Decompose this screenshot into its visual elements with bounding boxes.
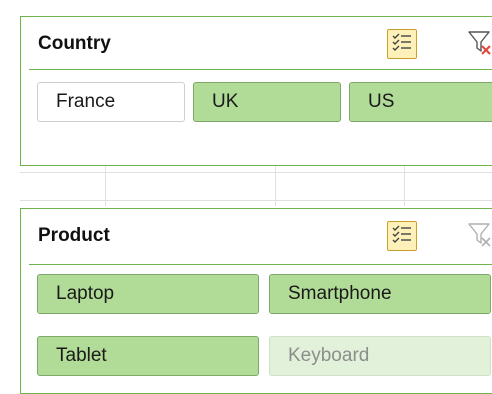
slicer-item-france[interactable]: France xyxy=(37,82,185,122)
slicer-item-smartphone[interactable]: Smartphone xyxy=(269,274,491,314)
slicer-item-laptop[interactable]: Laptop xyxy=(37,274,259,314)
slicer-item-label: Tablet xyxy=(56,345,107,366)
clear-filter-button[interactable] xyxy=(465,221,492,251)
sheet-gridline xyxy=(404,166,405,206)
slicer-item-uk[interactable]: UK xyxy=(193,82,341,122)
slicer-item-tablet[interactable]: Tablet xyxy=(37,336,259,376)
sheet-gridline xyxy=(275,166,276,206)
multi-select-icon xyxy=(391,223,413,250)
multi-select-button[interactable] xyxy=(387,221,417,251)
slicer-item-keyboard[interactable]: Keyboard xyxy=(269,336,491,376)
sheet-gridline xyxy=(105,166,106,206)
slicer-item-label: Laptop xyxy=(56,283,115,304)
slicer-item-us[interactable]: US xyxy=(349,82,492,122)
slicer-item-label: UK xyxy=(212,91,239,112)
multi-select-button[interactable] xyxy=(387,29,417,59)
slicer-header: Country xyxy=(29,17,492,70)
country-slicer[interactable]: Country France UK US xyxy=(20,16,492,166)
clear-filter-icon xyxy=(467,221,492,252)
multi-select-icon xyxy=(391,31,413,58)
slicer-title: Product xyxy=(38,225,110,246)
slicer-item-label: Keyboard xyxy=(288,345,370,366)
slicer-title: Country xyxy=(38,33,111,54)
product-slicer[interactable]: Product Laptop Smartphone Tablet Keyboar… xyxy=(20,208,492,394)
slicer-item-label: US xyxy=(368,91,395,112)
slicer-item-label: France xyxy=(56,91,116,112)
sheet-gridline xyxy=(20,172,492,173)
slicer-item-label: Smartphone xyxy=(288,283,392,304)
spreadsheet-canvas: Country France UK US Product Laptop Smar… xyxy=(0,0,492,394)
clear-filter-button[interactable] xyxy=(465,29,492,59)
sheet-gridline xyxy=(20,200,492,201)
clear-filter-icon xyxy=(467,29,492,60)
slicer-header: Product xyxy=(29,209,492,265)
